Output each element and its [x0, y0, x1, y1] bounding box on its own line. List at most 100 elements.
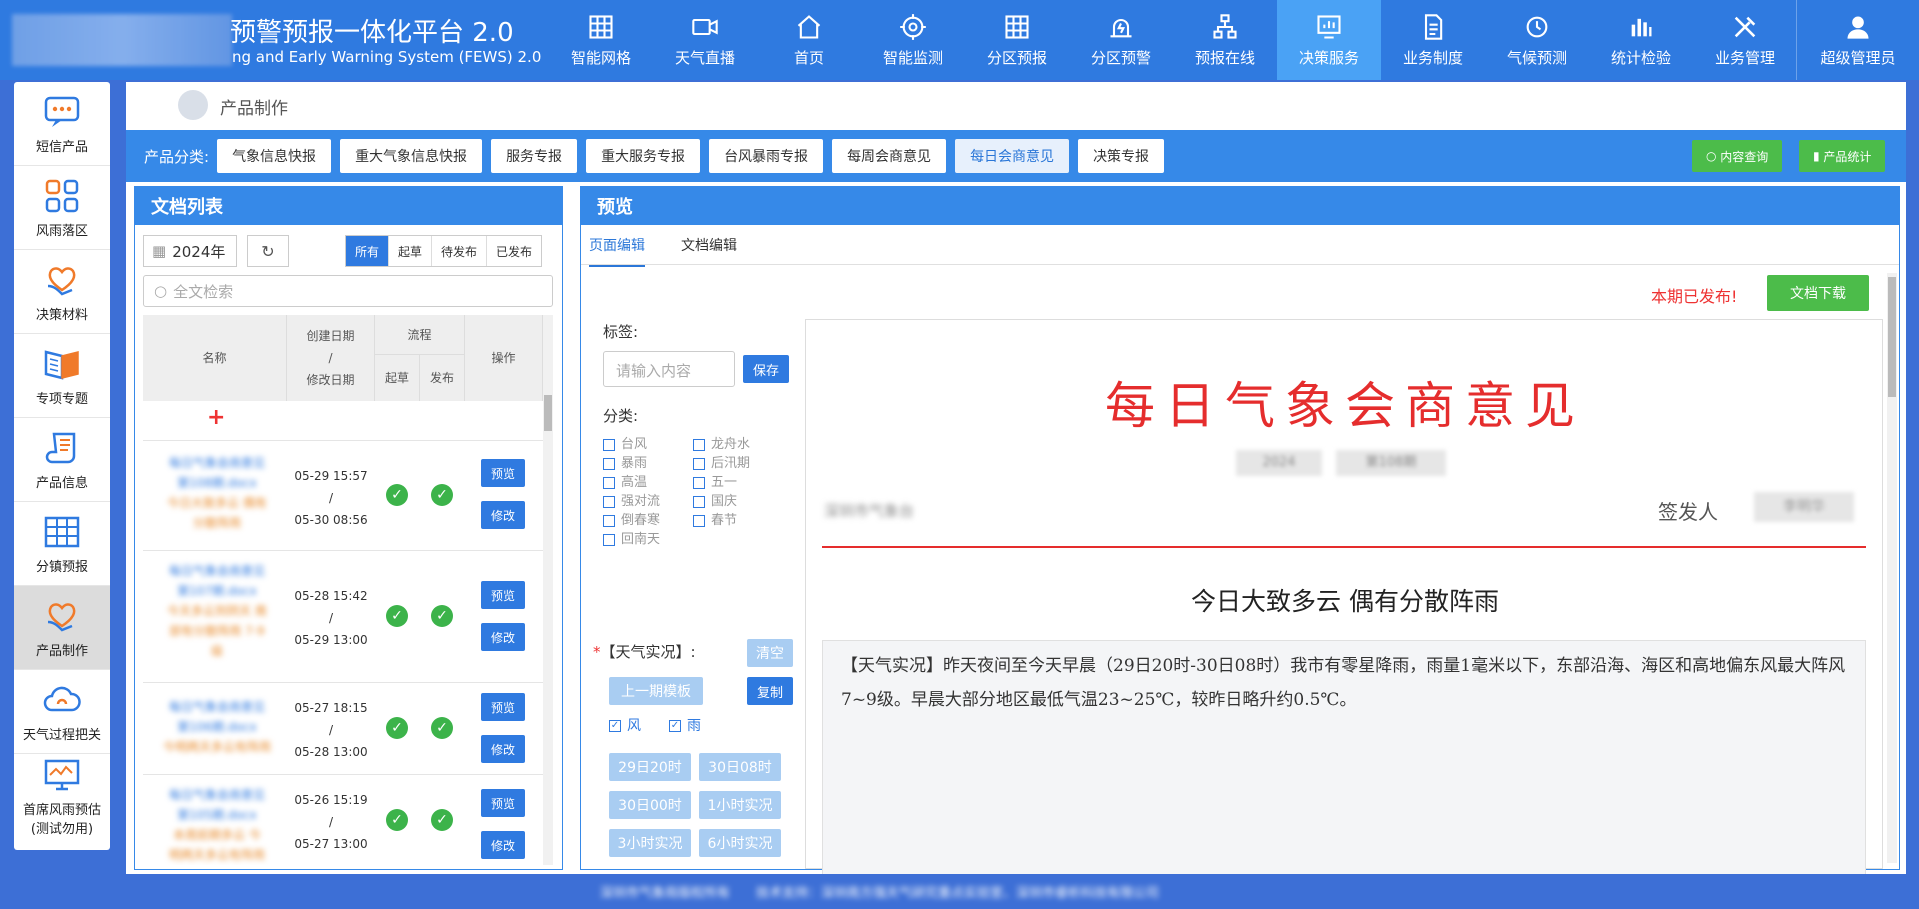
- preview-button[interactable]: 预览: [481, 693, 525, 721]
- edit-button[interactable]: 修改: [481, 831, 525, 859]
- sidebar-item-rain-zone[interactable]: 风雨落区: [14, 166, 110, 250]
- sidebar-item-weather-process[interactable]: 天气过程把关: [14, 670, 110, 754]
- class-option[interactable]: 龙舟水: [693, 433, 750, 452]
- tab-page-edit[interactable]: 页面编辑: [589, 231, 645, 267]
- checkbox-checked[interactable]: ✓: [669, 720, 681, 732]
- checkbox[interactable]: [603, 438, 615, 451]
- nav-item-decision[interactable]: 决策服务: [1277, 0, 1381, 80]
- doc-name[interactable]: 每日气象会商意见 第106期.docx 今明两天多云有阵雨: [155, 697, 279, 757]
- class-option[interactable]: 回南天: [603, 528, 660, 547]
- filter-pending[interactable]: 待发布: [431, 236, 486, 266]
- time-button[interactable]: 1小时实况: [699, 791, 781, 819]
- class-option[interactable]: 五一: [693, 471, 737, 490]
- checkbox[interactable]: [693, 457, 705, 470]
- download-button[interactable]: 文档下载: [1767, 275, 1869, 311]
- nav-item-monitor[interactable]: 智能监测: [861, 0, 965, 80]
- weather-body[interactable]: 【天气实况】昨天夜间至今天早晨（29日20时-30日08时）我市有零星降雨，雨量…: [822, 640, 1866, 880]
- year-picker[interactable]: ▦ 2024年: [143, 235, 237, 267]
- filter-published[interactable]: 已发布: [486, 236, 541, 266]
- content-query-button[interactable]: ○ 内容查询: [1692, 140, 1783, 172]
- user-menu[interactable]: 超级管理员: [1796, 0, 1919, 80]
- checkbox[interactable]: [693, 438, 705, 451]
- copy-button[interactable]: 复制: [747, 677, 793, 705]
- time-button[interactable]: 29日20时: [609, 753, 691, 781]
- nav-item-stats[interactable]: 统计检验: [1589, 0, 1693, 80]
- category-button[interactable]: 每周会商意见: [832, 139, 947, 173]
- clear-button[interactable]: 清空: [747, 639, 793, 667]
- time-button[interactable]: 3小时实况: [609, 829, 691, 857]
- category-button-active[interactable]: 每日会商意见: [955, 139, 1070, 173]
- scroll-thumb[interactable]: [544, 395, 552, 431]
- preview-button[interactable]: 预览: [481, 581, 525, 609]
- sidebar-item-chief-estimate[interactable]: 首席风雨预估 (测试勿用): [14, 754, 110, 838]
- checkbox[interactable]: [603, 495, 615, 508]
- category-button[interactable]: 决策专报: [1078, 139, 1165, 173]
- class-option[interactable]: 台风: [603, 433, 647, 452]
- category-button[interactable]: 台风暴雨专报: [709, 139, 824, 173]
- nav-item-climate[interactable]: 气候预测: [1485, 0, 1589, 80]
- scroll-thumb[interactable]: [1888, 277, 1896, 397]
- class-option[interactable]: 暴雨: [603, 452, 647, 471]
- checkbox[interactable]: [603, 514, 615, 527]
- preview-button[interactable]: 预览: [481, 789, 525, 817]
- product-stats-button[interactable]: ▮ 产品统计: [1799, 140, 1886, 172]
- checkbox[interactable]: [603, 476, 615, 489]
- tab-doc-edit[interactable]: 文档编辑: [681, 231, 737, 267]
- save-button[interactable]: 保存: [743, 355, 789, 383]
- nav-item-grid[interactable]: 智能网格: [549, 0, 653, 80]
- fulltext-search[interactable]: ○ 全文检索: [143, 275, 553, 307]
- signer-box[interactable]: 李明华: [1754, 492, 1854, 522]
- nav-item-online[interactable]: 预报在线: [1173, 0, 1277, 80]
- nav-item-zone-warning[interactable]: 分区预警: [1069, 0, 1173, 80]
- doc-name[interactable]: 每日气象会商意见 第105期.docx 本周前期多云 今 明两天多云有阵雨: [155, 785, 279, 865]
- filter-all[interactable]: 所有: [346, 236, 389, 266]
- scrollbar[interactable]: [1887, 273, 1897, 863]
- nav-item-live[interactable]: 天气直播: [653, 0, 757, 80]
- time-button[interactable]: 30日00时: [609, 791, 691, 819]
- add-button[interactable]: +: [207, 405, 225, 430]
- category-button[interactable]: 服务专报: [491, 139, 578, 173]
- nav-item-admin[interactable]: 业务管理: [1693, 0, 1797, 80]
- sidebar-item-sms[interactable]: 短信产品: [14, 82, 110, 166]
- class-option[interactable]: 后汛期: [693, 452, 750, 471]
- time-button[interactable]: 30日08时: [699, 753, 781, 781]
- checkbox[interactable]: [603, 533, 615, 546]
- class-option[interactable]: 倒春寒: [603, 509, 660, 528]
- tag-input[interactable]: 请输入内容: [603, 351, 735, 387]
- preview-button[interactable]: 预览: [481, 459, 525, 487]
- filter-draft[interactable]: 起草: [388, 236, 431, 266]
- checkbox[interactable]: [603, 457, 615, 470]
- refresh-button[interactable]: ↻: [247, 235, 289, 267]
- doc-year-box[interactable]: 2024: [1236, 450, 1322, 476]
- sidebar-item-product-info[interactable]: 产品信息: [14, 418, 110, 502]
- prev-template-button[interactable]: 上一期模板: [609, 677, 703, 705]
- nav-item-zone-forecast[interactable]: 分区预报: [965, 0, 1069, 80]
- checkbox-checked[interactable]: ✓: [609, 720, 621, 732]
- sidebar-item-town-forecast[interactable]: 分镇预报: [14, 502, 110, 586]
- checkbox[interactable]: [693, 514, 705, 527]
- sidebar-item-product-make[interactable]: 产品制作: [14, 586, 110, 670]
- scrollbar[interactable]: [543, 315, 553, 865]
- edit-button[interactable]: 修改: [481, 623, 525, 651]
- doc-name[interactable]: 每日气象会商意见 第107期.docx 今天多云到阴天 南 部有分散阵雨 7-9…: [155, 561, 279, 661]
- edit-button[interactable]: 修改: [481, 501, 525, 529]
- sidebar-item-decision-material[interactable]: 决策材料: [14, 250, 110, 334]
- checkbox[interactable]: [693, 495, 705, 508]
- doc-issue-box[interactable]: 第108期: [1336, 450, 1446, 476]
- doc-name[interactable]: 每日气象会商意见 第108期.docx 今日大致多云 偶有 分散阵雨: [155, 453, 279, 533]
- time-button[interactable]: 6小时实况: [699, 829, 781, 857]
- class-option[interactable]: 春节: [693, 509, 737, 528]
- rain-option[interactable]: ✓ 雨: [669, 715, 701, 735]
- wind-option[interactable]: ✓ 风: [609, 715, 641, 735]
- sidebar-item-special-topic[interactable]: 专项专题: [14, 334, 110, 418]
- nav-item-home[interactable]: 首页: [757, 0, 861, 80]
- nav-item-rules[interactable]: 业务制度: [1381, 0, 1485, 80]
- edit-button[interactable]: 修改: [481, 735, 525, 763]
- category-button[interactable]: 气象信息快报: [217, 139, 332, 173]
- class-option[interactable]: 强对流: [603, 490, 660, 509]
- category-button[interactable]: 重大气象信息快报: [340, 139, 483, 173]
- category-button[interactable]: 重大服务专报: [586, 139, 701, 173]
- class-option[interactable]: 高温: [603, 471, 647, 490]
- class-option[interactable]: 国庆: [693, 490, 737, 509]
- checkbox[interactable]: [693, 476, 705, 489]
